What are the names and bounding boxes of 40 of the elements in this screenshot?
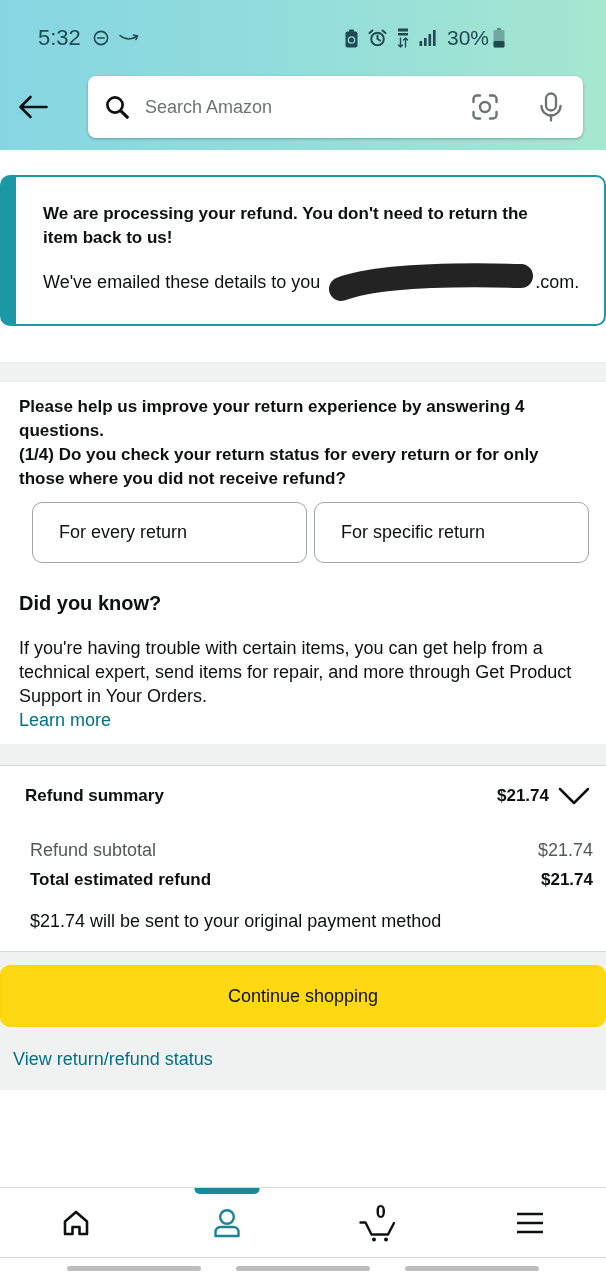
menu-icon <box>516 1211 545 1234</box>
learn-more-link[interactable]: Learn more <box>19 708 112 732</box>
battery-percent: 30% <box>446 25 489 51</box>
status-time: 5:32 <box>38 25 81 51</box>
do-not-disturb-icon <box>92 30 109 46</box>
answer-option[interactable]: For specific return <box>314 502 589 563</box>
chevron-down-icon[interactable] <box>558 787 590 805</box>
microphone-icon[interactable] <box>539 92 563 122</box>
survey-question: (1/4) Do you check your return status for every return or for only those where you did not receive refund? <box>19 444 540 490</box>
continue-shopping-button[interactable]: Continue shopping <box>0 965 606 1027</box>
mobile-data-icon <box>396 28 409 48</box>
alarm-icon <box>367 29 387 47</box>
battery-icon <box>493 28 505 48</box>
home-icon <box>61 1209 90 1236</box>
search-icon <box>105 95 129 119</box>
tip-text: If you're having trouble with certain items, you can get help from a technical expert, send items for repair, and more through Get Product Support in Your Orders. <box>19 637 573 708</box>
notice-title: We are processing your refund. You don't need to return the item back to us! <box>43 203 529 249</box>
back-arrow-icon[interactable] <box>18 95 48 119</box>
search-input[interactable]: Search Amazon <box>145 95 463 119</box>
smile-icon <box>118 33 139 43</box>
email-domain-text: .com. <box>535 271 580 294</box>
refund-amount: $21.74 <box>497 785 549 807</box>
survey-intro: Please help us improve your return experience by answering 4 questions. <box>19 396 526 442</box>
selected-indicator <box>194 1188 260 1194</box>
email-notice-text: We've emailed these details to you <box>43 271 321 294</box>
summary-value: $21.74 <box>541 869 593 891</box>
section-title: Did you know? <box>19 591 163 615</box>
cart-tab[interactable]: 0 <box>303 1188 455 1257</box>
summary-label: Refund subtotal <box>30 839 157 862</box>
payment-note: $21.74 will be sent to your original payment method <box>30 910 443 933</box>
camera-scan-icon[interactable] <box>471 93 499 121</box>
answer-option[interactable]: For every return <box>32 502 307 563</box>
return-status-link[interactable]: View return/refund status <box>13 1047 213 1071</box>
cart-count: 0 <box>375 1203 386 1220</box>
refund-summary-title: Refund summary <box>25 785 164 807</box>
summary-label: Total estimated refund <box>30 869 212 891</box>
signal-icon <box>418 30 437 46</box>
battery-saver-icon <box>344 28 358 48</box>
summary-value: $21.74 <box>537 839 593 862</box>
person-icon <box>212 1207 243 1238</box>
